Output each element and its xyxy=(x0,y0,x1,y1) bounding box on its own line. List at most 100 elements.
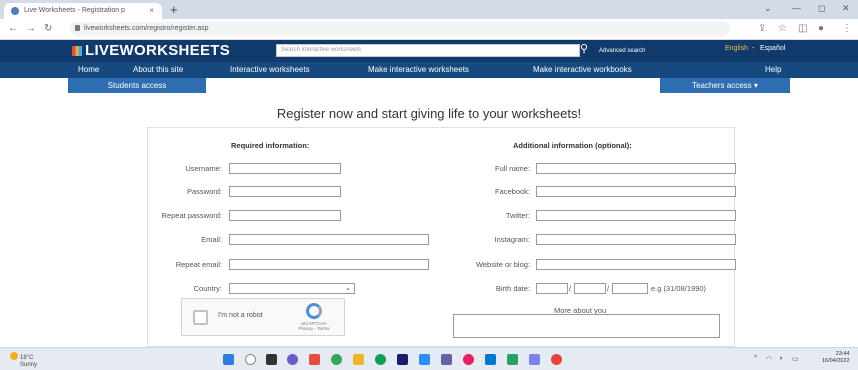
repeat-email-label: Repeat email: xyxy=(175,260,222,269)
weather-desc: Sunny xyxy=(20,362,38,368)
twitter-label: Twitter: xyxy=(505,211,530,220)
url-field[interactable]: liveworksheets.com/registro/register.asp xyxy=(70,22,730,36)
mail-icon[interactable] xyxy=(485,354,496,365)
recaptcha-checkbox[interactable] xyxy=(193,310,208,325)
access-bar: Students access Teachers access ▾ xyxy=(0,78,858,93)
nav-interactive-worksheets[interactable]: Interactive worksheets xyxy=(230,65,310,74)
tray-chevron-icon[interactable]: ^ xyxy=(754,355,757,362)
twitter-input[interactable] xyxy=(536,210,736,221)
site-header: LIVEWORKSHEETS Search interactive worksh… xyxy=(0,40,858,62)
website-input[interactable] xyxy=(536,259,736,270)
repeat-email-input[interactable] xyxy=(229,259,429,270)
star-icon[interactable]: ☆ xyxy=(778,23,787,34)
nav-about[interactable]: About this site xyxy=(133,65,183,74)
advanced-search-link[interactable]: Advanced search xyxy=(599,48,645,54)
birth-day-input[interactable] xyxy=(536,283,568,294)
nav-make-workbooks[interactable]: Make interactive workbooks xyxy=(533,65,632,74)
students-access-button[interactable]: Students access xyxy=(68,78,206,93)
nav-help[interactable]: Help xyxy=(765,65,781,74)
photos-icon[interactable] xyxy=(507,354,518,365)
recaptcha-logo-icon xyxy=(306,303,322,319)
clock-date: 16/04/2022 xyxy=(822,358,850,364)
sun-icon xyxy=(10,352,18,360)
logo-text: LIVEWORKSHEETS xyxy=(85,42,231,59)
search-input[interactable]: Search interactive worksheets xyxy=(276,44,580,57)
task-view-icon[interactable] xyxy=(266,354,277,365)
recaptcha-label: I'm not a robot xyxy=(218,312,263,319)
url-text: liveworksheets.com/registro/register.asp xyxy=(84,25,209,32)
word-icon[interactable] xyxy=(419,354,430,365)
address-bar: ← → ↻ liveworksheets.com/registro/regist… xyxy=(0,19,858,40)
country-label: Country: xyxy=(193,284,222,293)
facebook-label: Facebook: xyxy=(494,187,530,196)
back-icon[interactable]: ← xyxy=(8,23,18,34)
required-title: Required information: xyxy=(231,141,310,150)
search-icon[interactable] xyxy=(245,354,256,365)
optional-title: Additional information (optional): xyxy=(513,141,632,150)
recaptcha-links[interactable]: Privacy - Terms xyxy=(299,326,330,331)
full-name-input[interactable] xyxy=(536,163,736,174)
email-label: Email: xyxy=(201,235,222,244)
taskbar: 18°C Sunny ^ ◠ ◗ ▭ 23:44 16/04/2022 xyxy=(0,347,858,370)
repeat-password-input[interactable] xyxy=(229,210,341,221)
volume-icon[interactable]: ◗ xyxy=(779,355,783,362)
reload-icon[interactable]: ↻ xyxy=(44,23,52,34)
date-hint: e.g (31/08/1990) xyxy=(651,284,707,293)
chrome-icon[interactable] xyxy=(331,354,342,365)
recaptcha-brand: reCAPTCHA Privacy - Terms xyxy=(296,321,332,331)
close-window-icon[interactable]: ✕ xyxy=(842,3,850,14)
wifi-icon[interactable]: ◠ xyxy=(766,355,772,363)
birth-year-input[interactable] xyxy=(612,283,648,294)
extensions-icon[interactable]: ◫ xyxy=(798,23,807,34)
username-input[interactable] xyxy=(229,163,341,174)
store-icon[interactable] xyxy=(529,354,540,365)
minimize-icon[interactable]: — xyxy=(792,3,801,13)
site-logo[interactable]: LIVEWORKSHEETS xyxy=(72,42,230,59)
app-icon[interactable] xyxy=(463,354,474,365)
new-tab-button[interactable]: + xyxy=(170,2,178,17)
maximize-icon[interactable]: ◻ xyxy=(818,3,825,14)
page-title: Register now and start giving life to yo… xyxy=(276,106,582,121)
browser-icon[interactable] xyxy=(551,354,562,365)
tab-search-icon[interactable]: ⌄ xyxy=(764,3,772,14)
lang-english-link[interactable]: English xyxy=(725,45,748,52)
profile-icon[interactable]: ● xyxy=(818,23,824,34)
menu-icon[interactable]: ⋮ xyxy=(842,23,852,34)
tab-close-icon[interactable]: × xyxy=(149,6,154,15)
teams-icon[interactable] xyxy=(441,354,452,365)
instagram-input[interactable] xyxy=(536,234,736,245)
share-icon[interactable]: ⇪ xyxy=(758,23,766,34)
password-label: Password: xyxy=(186,187,222,196)
date-separator: / xyxy=(569,284,572,293)
tab-title: Live Worksheets - Registration p xyxy=(24,7,126,14)
edge-icon[interactable] xyxy=(375,354,386,365)
screen: Live Worksheets - Registration p × + ⌄ —… xyxy=(0,0,858,370)
country-select[interactable]: ⌄ xyxy=(229,283,355,294)
search-icon[interactable]: ⚲ xyxy=(580,42,588,55)
office-icon[interactable] xyxy=(309,354,320,365)
lang-separator: - xyxy=(752,45,755,52)
forward-icon[interactable]: → xyxy=(26,23,36,34)
birth-date-label: Birth date: xyxy=(495,284,530,293)
more-about-textarea[interactable] xyxy=(453,314,720,338)
birth-month-input[interactable] xyxy=(574,283,606,294)
nav-home[interactable]: Home xyxy=(78,65,99,74)
clock[interactable]: 23:44 16/04/2022 xyxy=(822,351,850,365)
facebook-input[interactable] xyxy=(536,186,736,197)
weather-temp: 18°C xyxy=(20,355,34,361)
lang-espanol-link[interactable]: Español xyxy=(760,45,785,52)
start-icon[interactable] xyxy=(223,354,234,365)
main-nav: Home About this site Interactive workshe… xyxy=(0,62,858,78)
nav-make-worksheets[interactable]: Make interactive worksheets xyxy=(368,65,469,74)
battery-icon[interactable]: ▭ xyxy=(792,355,799,363)
recaptcha-widget: I'm not a robot reCAPTCHA Privacy - Term… xyxy=(181,298,345,336)
weather-widget[interactable]: 18°C Sunny xyxy=(10,352,37,369)
email-input[interactable] xyxy=(229,234,429,245)
chat-icon[interactable] xyxy=(287,354,298,365)
clock-time: 23:44 xyxy=(835,351,850,357)
teachers-access-button[interactable]: Teachers access ▾ xyxy=(660,78,790,93)
browser-tab[interactable]: Live Worksheets - Registration p × xyxy=(4,3,162,19)
file-explorer-icon[interactable] xyxy=(353,354,364,365)
password-input[interactable] xyxy=(229,186,341,197)
dropbox-icon[interactable] xyxy=(397,354,408,365)
